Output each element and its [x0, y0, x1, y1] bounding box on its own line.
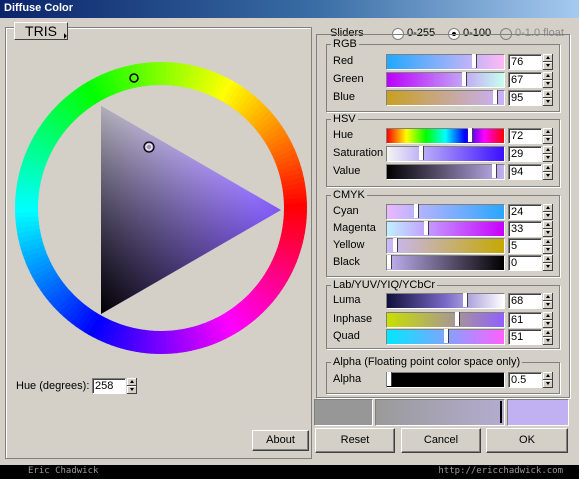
rgb-value-field[interactable]: 76 [508, 54, 542, 70]
rgb-slider-thumb[interactable] [472, 54, 477, 68]
cmyk-slider-track[interactable] [386, 221, 505, 237]
alpha-preview-swatch [375, 399, 505, 426]
hsv-slider-track[interactable] [386, 146, 505, 162]
rgb-slider-track[interactable] [386, 90, 505, 106]
current-color-swatch[interactable] [507, 399, 569, 426]
rgb-value-spinner[interactable] [543, 54, 553, 70]
cmyk-value-field[interactable]: 0 [508, 255, 542, 271]
hsv-slider-thumb[interactable] [492, 164, 497, 178]
cmyk-slider-thumb[interactable] [387, 255, 392, 269]
lab-value-spinner[interactable] [543, 293, 553, 309]
hsv-value-field[interactable]: 94 [508, 164, 542, 180]
hsv-row-label: Hue [333, 129, 354, 141]
cmyk-value-spinner[interactable] [543, 238, 553, 254]
cmyk-slider-thumb[interactable] [424, 221, 429, 235]
rgb-group-title: RGB [331, 38, 359, 50]
about-button[interactable]: About [252, 430, 309, 451]
cmyk-row-label: Magenta [333, 222, 376, 234]
lab-row-label: Quad [333, 330, 360, 342]
rgb-slider-track[interactable] [386, 54, 505, 70]
rgb-value-field[interactable]: 67 [508, 72, 542, 88]
window-title: Diffuse Color [4, 2, 74, 14]
cmyk-value-field[interactable]: 33 [508, 221, 542, 237]
rgb-value-field[interactable]: 95 [508, 90, 542, 106]
title-bar[interactable]: Diffuse Color [0, 0, 579, 18]
hsv-slider-thumb[interactable] [468, 128, 473, 142]
alpha-row-label: Alpha [333, 373, 362, 385]
footer-author: Eric Chadwick [28, 466, 99, 476]
alpha-group-title: Alpha (Floating point color space only) [331, 356, 523, 368]
rgb-slider-thumb[interactable] [462, 72, 467, 86]
cmyk-value-field[interactable]: 5 [508, 238, 542, 254]
cmyk-slider-thumb[interactable] [393, 238, 398, 252]
cmyk-slider-track[interactable] [386, 238, 505, 254]
lab-value-spinner[interactable] [543, 329, 553, 345]
hsv-group-title: HSV [331, 113, 358, 125]
hsv-value-spinner[interactable] [543, 146, 553, 162]
hue-degrees-spinner[interactable] [127, 378, 137, 394]
hsv-slider-track[interactable] [386, 164, 505, 180]
rgb-row-label: Green [333, 73, 364, 85]
cancel-button[interactable]: Cancel [401, 428, 481, 453]
alpha-slider-thumb[interactable] [387, 372, 392, 386]
alpha-value-spinner[interactable] [543, 372, 553, 388]
rgb-row-label: Blue [333, 91, 356, 103]
cmyk-value-spinner[interactable] [543, 255, 553, 271]
lab-slider-thumb[interactable] [463, 293, 468, 307]
cmyk-row-label: Black [333, 256, 360, 268]
hsv-value-field[interactable]: 72 [508, 128, 542, 144]
lab-slider-track[interactable] [386, 293, 505, 309]
footer-bar: Eric Chadwick http://ericchadwick.com [0, 465, 579, 479]
lab-slider-track[interactable] [386, 312, 505, 328]
rgb-value-spinner[interactable] [543, 90, 553, 106]
lab-row-label: Inphase [333, 313, 373, 325]
lab-slider-thumb[interactable] [444, 329, 449, 343]
cmyk-value-spinner[interactable] [543, 221, 553, 237]
mode-dropdown-button[interactable]: TRIS [14, 22, 68, 40]
cmyk-value-field[interactable]: 24 [508, 204, 542, 220]
hsv-row-label: Value [333, 165, 361, 177]
lab-value-spinner[interactable] [543, 312, 553, 328]
lab-group-title: Lab/YUV/YIQ/YCbCr [331, 279, 438, 291]
hue-wheel[interactable] [15, 62, 307, 354]
cmyk-group-title: CMYK [331, 189, 367, 201]
rgb-row-label: Red [333, 55, 354, 67]
alpha-slider-track[interactable] [386, 372, 505, 388]
reset-button[interactable]: Reset [315, 428, 395, 453]
cmyk-row-label: Yellow [333, 239, 365, 251]
rgb-value-spinner[interactable] [543, 72, 553, 88]
alpha-value-field[interactable]: 0.5 [508, 372, 542, 388]
lab-value-field[interactable]: 68 [508, 293, 542, 309]
ok-button[interactable]: OK [486, 428, 568, 453]
cmyk-slider-track[interactable] [386, 204, 505, 220]
lab-value-field[interactable]: 61 [508, 312, 542, 328]
hue-degrees-field[interactable]: 258 [92, 378, 126, 394]
rgb-slider-thumb[interactable] [493, 90, 498, 104]
color-picker-window: Diffuse Color TRIS Hue (degrees): 258 Ab… [0, 0, 579, 465]
cmyk-slider-thumb[interactable] [414, 204, 419, 218]
lab-row-label: Luma [333, 294, 361, 306]
hsv-slider-track[interactable] [386, 128, 505, 144]
hsv-value-field[interactable]: 29 [508, 146, 542, 162]
lab-slider-thumb[interactable] [455, 312, 460, 326]
cmyk-value-spinner[interactable] [543, 204, 553, 220]
lab-slider-track[interactable] [386, 329, 505, 345]
footer-url: http://ericchadwick.com [438, 466, 563, 476]
hsv-slider-thumb[interactable] [419, 146, 424, 160]
hsv-value-spinner[interactable] [543, 164, 553, 180]
hsv-value-spinner[interactable] [543, 128, 553, 144]
hsv-row-label: Saturation [333, 147, 384, 159]
lab-value-field[interactable]: 51 [508, 329, 542, 345]
cmyk-row-label: Cyan [333, 205, 359, 217]
rgb-slider-track[interactable] [386, 72, 505, 88]
cmyk-slider-track[interactable] [386, 255, 505, 271]
previous-color-swatch[interactable] [314, 399, 373, 426]
hue-degrees-label: Hue (degrees): [16, 380, 90, 392]
